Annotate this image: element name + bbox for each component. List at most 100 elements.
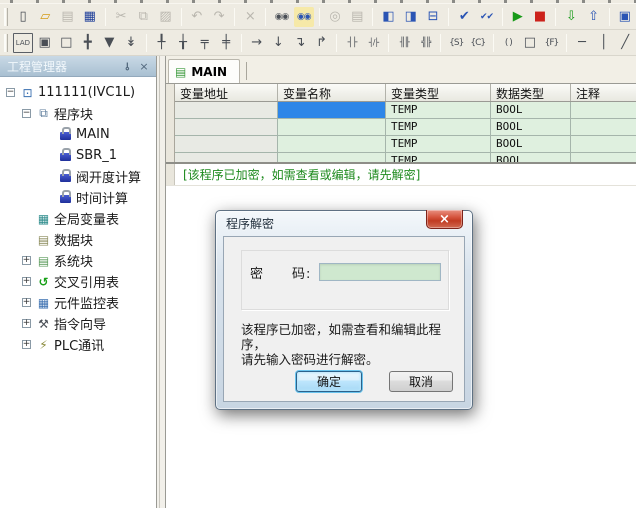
plain-box-icon[interactable]: □ [56, 33, 76, 53]
delete-icon[interactable]: × [240, 7, 260, 27]
contact-nc-icon[interactable]: ┤/├ [364, 33, 384, 53]
cell-comment[interactable] [571, 102, 636, 118]
set-coil-icon[interactable]: {S} [446, 33, 466, 53]
save-all-icon[interactable]: ▦ [80, 7, 100, 27]
bordered-box-icon[interactable]: ▣ [35, 33, 55, 53]
insert-cell-icon[interactable]: ╋ [78, 33, 98, 53]
tree-item-plc-comm[interactable]: + ⚡ PLC通讯 [0, 334, 156, 355]
cancel-button[interactable]: 取消 [389, 371, 453, 392]
tree-item-global-vars[interactable]: ▦ 全局变量表 [0, 208, 156, 229]
cell-comment[interactable] [571, 136, 636, 152]
reset-coil-icon[interactable]: {C} [468, 33, 488, 53]
line-down-icon[interactable]: ↓ [269, 33, 289, 53]
lad-view-icon[interactable]: LAD [13, 33, 33, 53]
compile-all-icon[interactable]: ✔✔ [476, 7, 496, 27]
compile-icon[interactable]: ✔ [454, 7, 474, 27]
run-icon[interactable]: ▶ [508, 7, 528, 27]
tree-item-monitor-table[interactable]: + ▦ 元件监控表 [0, 292, 156, 313]
panel-splitter[interactable] [157, 56, 166, 508]
contact-rising-icon[interactable]: ╢╟ [394, 33, 414, 53]
line-corner-down-icon[interactable]: ↴ [290, 33, 310, 53]
vertical-line-icon[interactable]: │ [594, 33, 614, 53]
output-window-icon[interactable]: ⊟ [423, 7, 443, 27]
net-symbol-2-icon[interactable]: ╁ [173, 33, 193, 53]
tab-main[interactable]: ▤ MAIN [168, 59, 240, 83]
tree-item-main[interactable]: MAIN [0, 124, 156, 145]
tree-item-instruction-wizard[interactable]: + ⚒ 指令向导 [0, 313, 156, 334]
tree-item-cross-ref[interactable]: + ↺ 交叉引用表 [0, 271, 156, 292]
dialog-close-button[interactable]: × [426, 210, 463, 229]
cell-address[interactable] [175, 102, 278, 118]
redo-icon[interactable]: ↷ [209, 7, 229, 27]
ok-button[interactable]: 确定 [296, 371, 362, 392]
close-panel-icon[interactable]: × [136, 60, 152, 73]
contact-no-icon[interactable]: ┤├ [342, 33, 362, 53]
expand-icon[interactable]: + [22, 340, 31, 349]
upload-icon[interactable]: ⇧ [583, 7, 603, 27]
password-input[interactable] [319, 263, 441, 281]
stop-icon[interactable]: ■ [530, 7, 550, 27]
tree-item-data-block[interactable]: ▤ 数据块 [0, 229, 156, 250]
paste-icon[interactable]: ▨ [155, 7, 175, 27]
cell-vartype[interactable]: TEMP [386, 102, 491, 118]
contact-falling-icon[interactable]: ╣╠ [416, 33, 436, 53]
undo-icon[interactable]: ↶ [187, 7, 207, 27]
download-icon[interactable]: ⇩ [561, 7, 581, 27]
net-symbol-1-icon[interactable]: ╀ [152, 33, 172, 53]
cell-comment[interactable] [571, 119, 636, 135]
info-window-icon[interactable]: ◨ [401, 7, 421, 27]
project-window-icon[interactable]: ◧ [378, 7, 398, 27]
expand-icon[interactable]: + [22, 256, 31, 265]
cell-name[interactable] [278, 119, 386, 135]
cut-icon[interactable]: ✂ [111, 7, 131, 27]
new-file-icon[interactable]: ▯ [13, 7, 33, 27]
tree-item-program-blocks[interactable]: − ⧉ 程序块 [0, 103, 156, 124]
insert-row-icon[interactable]: ▼ [100, 33, 120, 53]
cell-name-selected[interactable] [278, 102, 386, 118]
expand-icon[interactable]: + [22, 298, 31, 307]
expand-icon[interactable]: + [22, 277, 31, 286]
cell-vartype[interactable]: TEMP [386, 119, 491, 135]
horizontal-line-icon[interactable]: ─ [572, 33, 592, 53]
expand-icon[interactable]: + [22, 319, 31, 328]
print-icon[interactable]: ▤ [347, 7, 367, 27]
instruction-box-icon[interactable]: □ [520, 33, 540, 53]
cell-datatype[interactable]: BOOL [491, 136, 571, 152]
net-symbol-3-icon[interactable]: ╤ [195, 33, 215, 53]
net-symbol-4-icon[interactable]: ╪ [216, 33, 236, 53]
line-right-icon[interactable]: → [247, 33, 267, 53]
cell-vartype[interactable]: TEMP [386, 136, 491, 152]
cell-name[interactable] [278, 153, 386, 164]
cell-datatype[interactable]: BOOL [491, 153, 571, 164]
tree-item-valve-calc[interactable]: 阀开度计算 [0, 166, 156, 187]
function-block-icon[interactable]: {F} [542, 33, 562, 53]
insert-branch-icon[interactable]: ↡ [121, 33, 141, 53]
cell-datatype[interactable]: BOOL [491, 102, 571, 118]
print-preview-icon[interactable]: ◎ [325, 7, 345, 27]
open-project-icon[interactable]: ▱ [35, 7, 55, 27]
cell-vartype[interactable]: TEMP [386, 153, 491, 164]
toolbar-grip[interactable] [4, 34, 8, 52]
find-in-project-icon[interactable]: ◉◉ [294, 7, 314, 27]
tree-item-system-block[interactable]: + ▤ 系统块 [0, 250, 156, 271]
save-icon[interactable]: ▤ [57, 7, 77, 27]
cell-address[interactable] [175, 153, 278, 164]
copy-icon[interactable]: ⧉ [133, 7, 153, 27]
cell-address[interactable] [175, 136, 278, 152]
collapse-icon[interactable]: − [22, 109, 31, 118]
cell-address[interactable] [175, 119, 278, 135]
delete-line-icon[interactable]: ╱ [615, 33, 635, 53]
collapse-icon[interactable]: − [6, 88, 15, 97]
tree-item-project-root[interactable]: − ⊡ 111111(IVC1L) [0, 82, 156, 103]
monitor-icon[interactable]: ▣ [615, 7, 635, 27]
pin-icon[interactable]: ⊸ [120, 60, 136, 73]
tree-item-sbr1[interactable]: SBR_1 [0, 145, 156, 166]
cell-comment[interactable] [571, 153, 636, 164]
output-coil-icon[interactable]: ( ) [499, 33, 519, 53]
find-icon[interactable]: ◉◉ [271, 7, 291, 27]
cell-name[interactable] [278, 136, 386, 152]
cell-datatype[interactable]: BOOL [491, 119, 571, 135]
line-corner-up-icon[interactable]: ↱ [312, 33, 332, 53]
toolbar-grip[interactable] [4, 8, 8, 26]
tree-item-time-calc[interactable]: 时间计算 [0, 187, 156, 208]
